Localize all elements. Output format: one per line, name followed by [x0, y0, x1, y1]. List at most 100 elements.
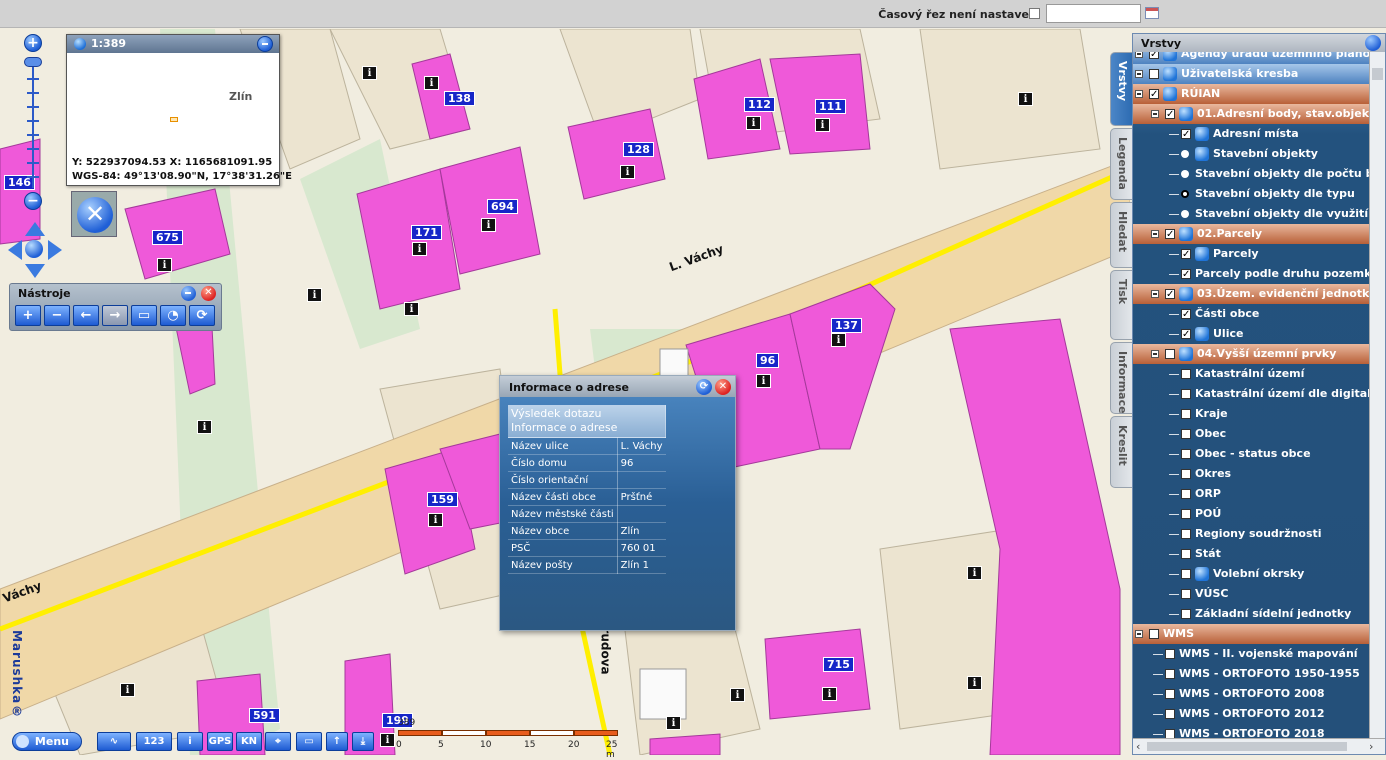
- layer-checkbox[interactable]: [1149, 85, 1159, 105]
- layer-row[interactable]: POÚ: [1133, 504, 1369, 524]
- layer-row[interactable]: ORP: [1133, 484, 1369, 504]
- zoom-in-button[interactable]: +: [24, 34, 42, 52]
- layer-row[interactable]: Stát: [1133, 544, 1369, 564]
- info-icon[interactable]: i: [967, 676, 982, 690]
- panel-toggle-icon[interactable]: [1365, 35, 1381, 51]
- layer-row[interactable]: WMS - ORTOFOTO 2012: [1133, 704, 1369, 724]
- parcel-number-label[interactable]: 138: [444, 91, 475, 106]
- parcel-number-label[interactable]: 159: [427, 492, 458, 507]
- layer-info-icon[interactable]: [1195, 247, 1209, 261]
- info-icon[interactable]: i: [746, 116, 761, 130]
- tool-forward-button[interactable]: →: [102, 305, 128, 326]
- layer-row[interactable]: WMS - ORTOFOTO 1950-1955: [1133, 664, 1369, 684]
- layer-checkbox[interactable]: [1165, 225, 1175, 245]
- numbering-icon[interactable]: 123: [136, 732, 172, 751]
- info-icon[interactable]: i: [730, 688, 745, 702]
- layer-checkbox[interactable]: [1181, 549, 1191, 559]
- collapse-icon[interactable]: [1135, 52, 1143, 58]
- layer-info-icon[interactable]: [1163, 67, 1177, 81]
- parcel-number-label[interactable]: 96: [756, 353, 780, 368]
- layer-row[interactable]: Katastrální území dle digitalizace: [1133, 384, 1369, 404]
- layer-row[interactable]: Části obce: [1133, 304, 1369, 325]
- layer-row[interactable]: Agendy úřadu územního plánování: [1133, 52, 1369, 65]
- info-icon[interactable]: i: [822, 687, 837, 701]
- pan-center-icon[interactable]: [25, 240, 43, 258]
- minimize-icon[interactable]: [257, 36, 273, 52]
- layer-checkbox[interactable]: [1165, 669, 1175, 679]
- info-icon[interactable]: i: [404, 302, 419, 316]
- layer-row[interactable]: Stavební objekty dle počtu bytových jedn…: [1133, 164, 1369, 184]
- tab-informace[interactable]: Informace: [1110, 342, 1134, 414]
- layer-info-icon[interactable]: [1195, 327, 1209, 341]
- info-icon[interactable]: i: [756, 374, 771, 388]
- gps-button[interactable]: GPS: [207, 732, 233, 751]
- layer-checkbox[interactable]: [1181, 489, 1191, 499]
- layer-checkbox[interactable]: [1165, 285, 1175, 305]
- layer-checkbox[interactable]: [1165, 689, 1175, 699]
- tab-tisk[interactable]: Tisk: [1110, 270, 1134, 340]
- parcel-number-label[interactable]: 715: [823, 657, 854, 672]
- layer-row[interactable]: 03.Územ. evidenční jednotky: [1133, 284, 1369, 305]
- layer-checkbox[interactable]: [1181, 409, 1191, 419]
- collapse-icon[interactable]: [1151, 230, 1159, 238]
- collapse-icon[interactable]: [1135, 90, 1143, 98]
- collapse-icon[interactable]: [1151, 350, 1159, 358]
- parcel-number-label[interactable]: 591: [249, 708, 280, 723]
- info-icon[interactable]: i: [120, 683, 135, 697]
- layer-row[interactable]: WMS: [1133, 624, 1369, 644]
- layer-checkbox[interactable]: [1181, 369, 1191, 379]
- time-slice-checkbox[interactable]: [1029, 8, 1040, 19]
- collapse-icon[interactable]: [1151, 110, 1159, 118]
- select-area-icon[interactable]: ▭: [296, 732, 322, 751]
- layer-row[interactable]: 01.Adresní body, stav.objekty: [1133, 104, 1369, 125]
- layer-checkbox[interactable]: [1149, 52, 1159, 65]
- calendar-icon[interactable]: [1145, 7, 1159, 19]
- collapse-icon[interactable]: [1151, 290, 1159, 298]
- collapse-icon[interactable]: [1135, 630, 1143, 638]
- horizontal-scrollbar[interactable]: ‹ ›: [1133, 738, 1385, 754]
- tab-hledat[interactable]: Hledat: [1110, 202, 1134, 268]
- info-icon[interactable]: i: [831, 333, 846, 347]
- layer-info-icon[interactable]: [1179, 227, 1193, 241]
- layer-info-icon[interactable]: [1179, 347, 1193, 361]
- layer-checkbox[interactable]: [1149, 629, 1159, 639]
- layer-info-icon[interactable]: [1163, 52, 1177, 61]
- overview-map[interactable]: 1:389 Zlín Y: 522937094.53 X: 1165681091…: [66, 34, 292, 186]
- layer-row[interactable]: Základní sídelní jednotky: [1133, 604, 1369, 624]
- layer-info-icon[interactable]: [1195, 147, 1209, 161]
- layer-checkbox[interactable]: [1181, 389, 1191, 399]
- tool-zoom-box-button[interactable]: ▭: [131, 305, 157, 326]
- vertical-scrollbar[interactable]: [1369, 52, 1385, 738]
- layer-checkbox[interactable]: [1181, 449, 1191, 459]
- pan-control[interactable]: [8, 222, 62, 278]
- info-icon[interactable]: i: [428, 513, 443, 527]
- info-icon[interactable]: i: [481, 218, 496, 232]
- info-icon[interactable]: i: [967, 566, 982, 580]
- locate-icon[interactable]: ⌖: [265, 732, 291, 751]
- layer-row[interactable]: Stavební objekty dle využití: [1133, 204, 1369, 224]
- info-icon[interactable]: i: [1018, 92, 1033, 106]
- cancel-action-button[interactable]: ✕: [71, 191, 117, 237]
- layer-radio[interactable]: [1181, 190, 1189, 198]
- info-icon[interactable]: i: [412, 242, 427, 256]
- tool-back-button[interactable]: ←: [73, 305, 99, 326]
- layer-checkbox[interactable]: [1181, 509, 1191, 519]
- scroll-left-icon[interactable]: ‹: [1136, 740, 1140, 753]
- layer-row[interactable]: Kraje: [1133, 404, 1369, 424]
- layer-row[interactable]: Regiony soudržnosti: [1133, 524, 1369, 544]
- parcel-number-label[interactable]: 694: [487, 199, 518, 214]
- close-icon[interactable]: ✕: [201, 286, 216, 301]
- info-icon[interactable]: i: [362, 66, 377, 80]
- parcel-number-label[interactable]: 128: [623, 142, 654, 157]
- scroll-right-icon[interactable]: ›: [1369, 740, 1373, 753]
- measure-icon[interactable]: ∿: [97, 732, 131, 751]
- kn-button[interactable]: KN: [236, 732, 262, 751]
- info-icon[interactable]: i: [620, 165, 635, 179]
- layer-row[interactable]: VÚSC: [1133, 584, 1369, 604]
- info-icon[interactable]: i: [157, 258, 172, 272]
- tab-legenda[interactable]: Legenda: [1110, 128, 1134, 200]
- info-icon[interactable]: i: [307, 288, 322, 302]
- layer-row[interactable]: Uživatelská kresba: [1133, 64, 1369, 84]
- close-icon[interactable]: ✕: [715, 379, 731, 395]
- layer-row[interactable]: Parcely: [1133, 244, 1369, 265]
